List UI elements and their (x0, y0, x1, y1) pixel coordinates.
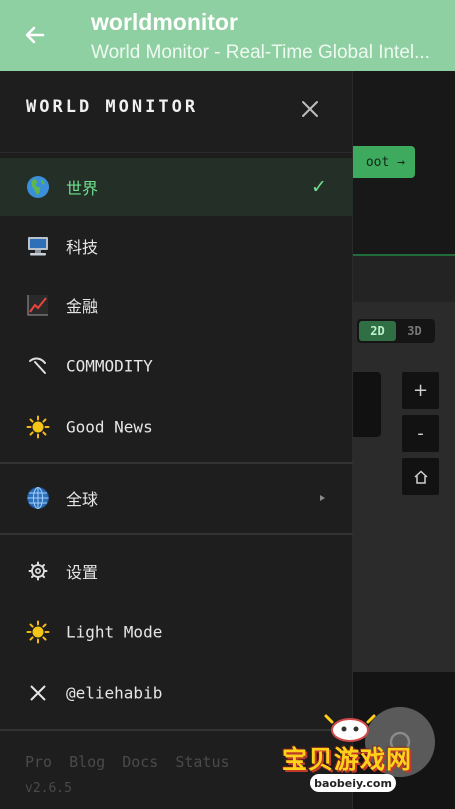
variant-label: 世界 (66, 179, 99, 198)
zoom-out-button[interactable]: - (402, 415, 439, 452)
checkmark-icon: ✓ (311, 176, 327, 198)
drawer-header: WORLD MONITOR (0, 71, 353, 153)
region-selector[interactable]: 全球 (0, 469, 353, 527)
view-2d-button[interactable]: 2D (359, 321, 396, 341)
view-3d-button[interactable]: 3D (396, 321, 433, 341)
globe-with-meridians-icon (25, 485, 51, 511)
divider (0, 533, 353, 535)
version-label: v2.6.5 (25, 781, 72, 796)
back-button[interactable] (20, 20, 50, 50)
gear-icon (25, 558, 51, 584)
close-icon (302, 101, 318, 117)
variant-item-good-news[interactable]: Good News (0, 398, 353, 456)
close-drawer-button[interactable] (296, 95, 324, 123)
variant-label: COMMODITY (66, 356, 153, 376)
app-subtitle: World Monitor - Real-Time Global Intel..… (91, 42, 430, 63)
variant-item-finance[interactable]: 金融 (0, 276, 353, 334)
view-toggle: 2D 3D (357, 319, 435, 343)
mascot-icon (324, 714, 376, 742)
variant-item-tech[interactable]: 科技 (0, 217, 353, 275)
light-mode-label: Light Mode (66, 622, 163, 642)
background-cta-button[interactable]: oot → (343, 146, 415, 178)
app-bar: worldmonitor World Monitor - Real-Time G… (0, 0, 455, 71)
desktop-computer-icon (25, 233, 51, 259)
navigation-drawer: WORLD MONITOR 世界 ✓ 科技 金融 COMMODITY Good … (0, 71, 353, 809)
sun-icon (25, 414, 51, 440)
footer-link-docs[interactable]: Docs (122, 753, 158, 771)
home-icon (413, 469, 428, 484)
x-profile-label: @eliehabib (66, 683, 163, 703)
settings-item[interactable]: 设置 (0, 542, 353, 600)
brand-title: WORLD MONITOR (26, 97, 199, 117)
variant-item-commodity[interactable]: COMMODITY (0, 337, 353, 395)
footer-link-pro[interactable]: Pro (25, 753, 52, 771)
map-info-panel (353, 372, 381, 437)
sun-icon (25, 619, 51, 645)
pick-icon (25, 353, 51, 379)
light-mode-toggle[interactable]: Light Mode (0, 603, 353, 661)
variant-label: 科技 (66, 238, 99, 257)
footer-link-status[interactable]: Status (175, 753, 229, 771)
home-button[interactable] (402, 458, 439, 495)
x-logo-icon (25, 680, 51, 706)
variant-label: Good News (66, 417, 153, 437)
settings-label: 设置 (66, 563, 99, 582)
background-page: oot → 2D 3D + - (343, 71, 455, 809)
background-band (353, 256, 455, 302)
chevron-right-icon (320, 495, 325, 501)
app-title: worldmonitor (91, 9, 238, 35)
arrow-left-icon (25, 26, 45, 44)
variant-label: 金融 (66, 297, 99, 316)
region-label: 全球 (66, 490, 99, 509)
globe-europe-africa-icon (25, 174, 51, 200)
variant-item-world[interactable]: 世界 ✓ (0, 158, 353, 216)
watermark-url: baobeiy.com (310, 774, 396, 792)
watermark-text: 宝贝游戏网 (282, 745, 413, 774)
site-watermark: 宝贝游戏网 baobeiy.com (276, 712, 426, 809)
divider (0, 462, 353, 464)
chart-increasing-icon (25, 292, 51, 318)
footer-link-blog[interactable]: Blog (69, 753, 105, 771)
zoom-in-button[interactable]: + (402, 372, 439, 409)
footer-links: Pro Blog Docs Status (25, 753, 247, 771)
